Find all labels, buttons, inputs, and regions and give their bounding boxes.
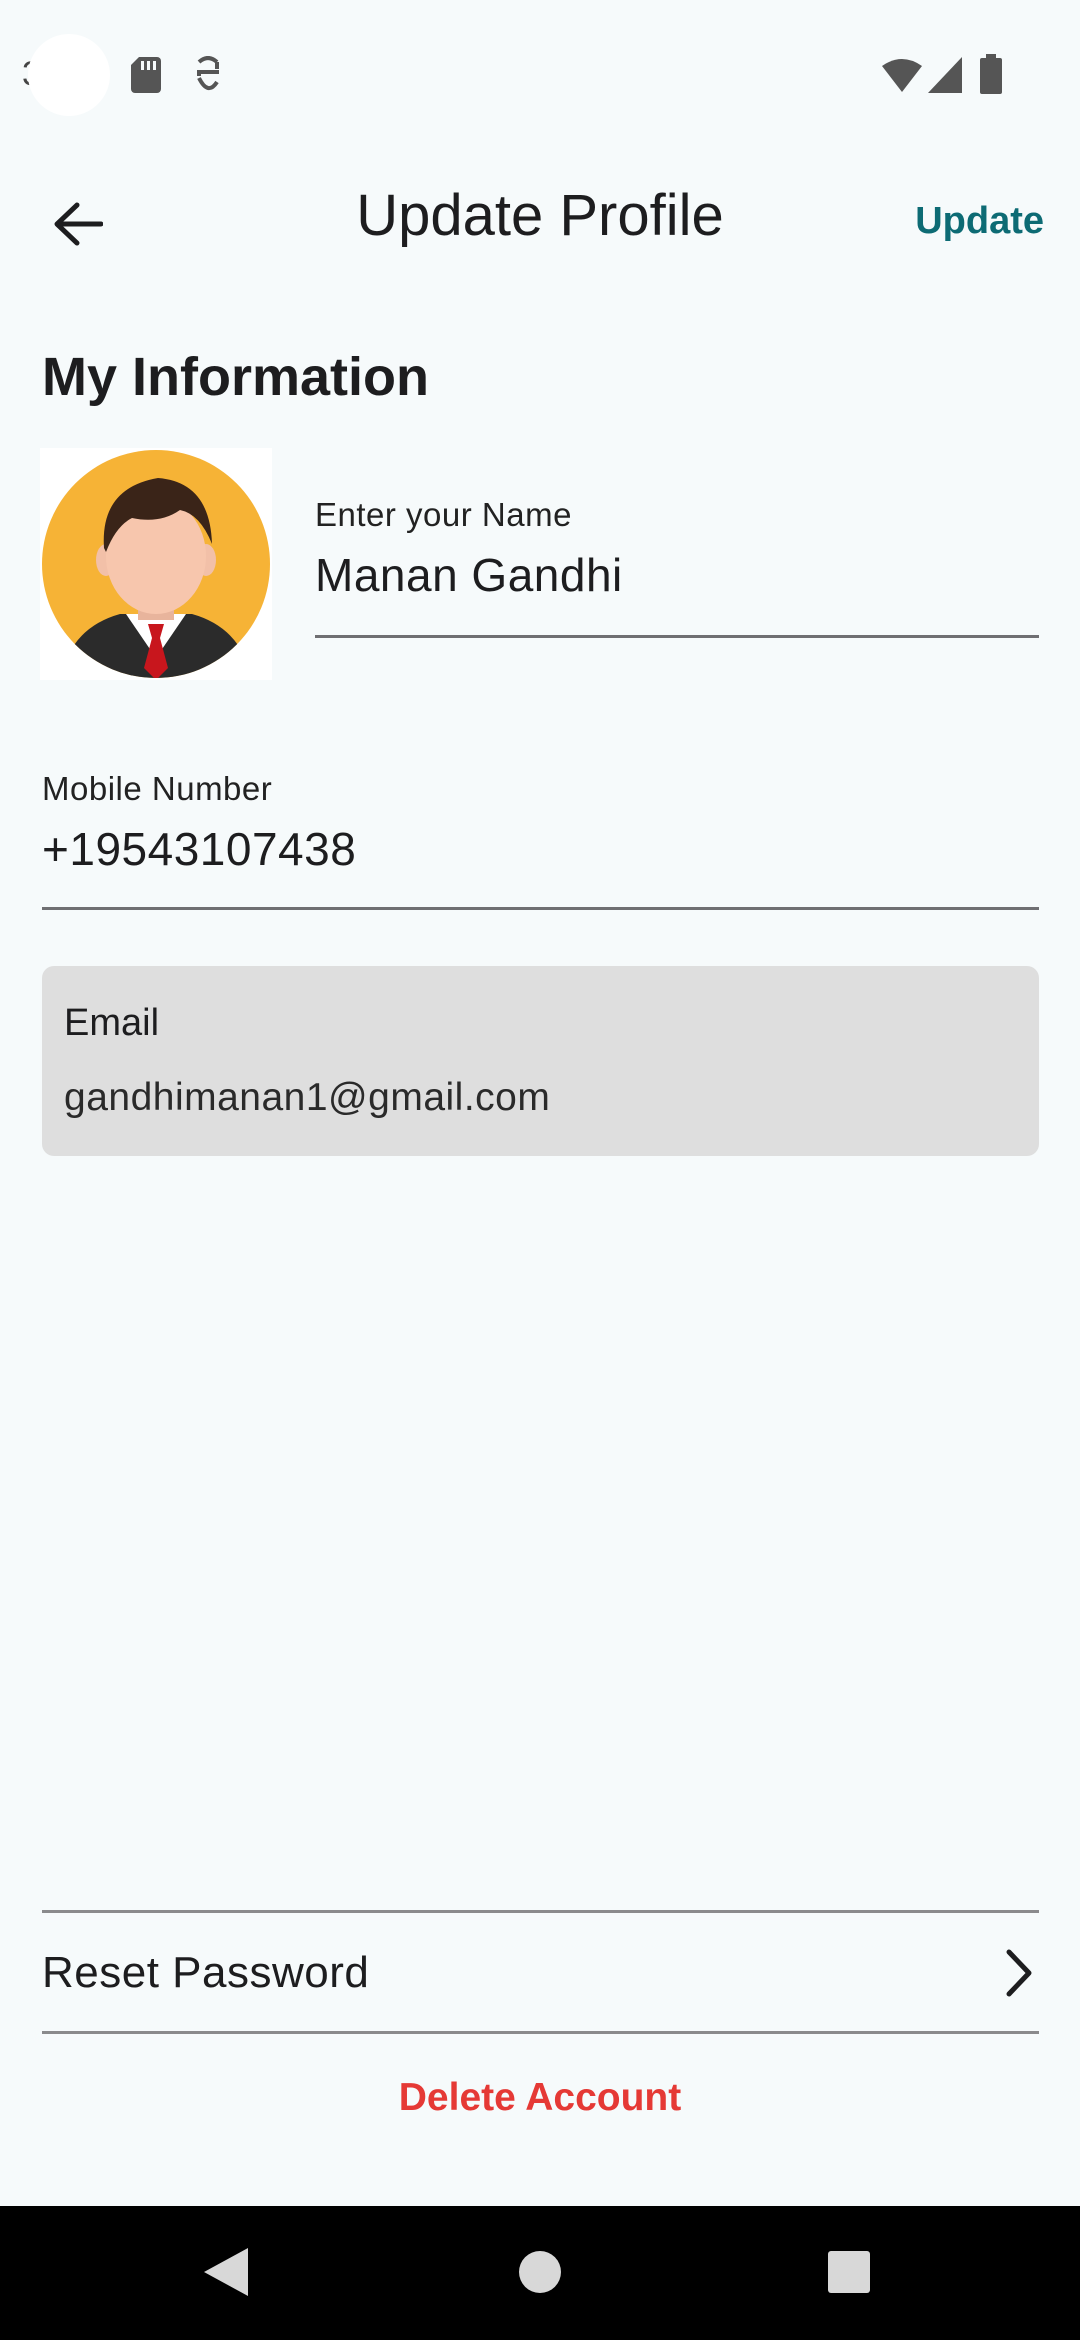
reset-password-row[interactable]: Reset Password bbox=[42, 1914, 1039, 2032]
app-bar: Update Profile Update bbox=[0, 170, 1080, 274]
section-title: My Information bbox=[42, 347, 429, 407]
update-profile-screen: 3 bbox=[0, 0, 1080, 2340]
system-nav-bar bbox=[0, 2206, 1080, 2340]
sd-card-icon bbox=[131, 57, 161, 93]
home-nav-icon[interactable] bbox=[518, 2250, 562, 2294]
recents-nav-icon[interactable] bbox=[828, 2251, 870, 2293]
battery-icon bbox=[980, 54, 1002, 94]
avatar-illustration bbox=[42, 450, 270, 678]
name-input[interactable]: Manan Gandhi bbox=[315, 548, 1039, 602]
mobile-input[interactable]: +19543107438 bbox=[42, 822, 1039, 876]
mobile-field[interactable]: Mobile Number +19543107438 bbox=[42, 770, 1039, 910]
divider-bottom bbox=[42, 2031, 1039, 2034]
status-bar: 3 bbox=[0, 0, 1080, 150]
name-underline bbox=[315, 635, 1039, 638]
back-button[interactable] bbox=[42, 192, 114, 256]
email-value: gandhimanan1@gmail.com bbox=[64, 1076, 551, 1119]
status-left: 3 bbox=[22, 34, 110, 116]
mobile-underline bbox=[42, 907, 1039, 910]
camera-cutout bbox=[28, 34, 110, 116]
name-label: Enter your Name bbox=[315, 496, 572, 533]
mobile-label: Mobile Number bbox=[42, 770, 273, 807]
screen-record-icon bbox=[197, 56, 219, 90]
wifi-icon bbox=[882, 59, 922, 92]
divider-top bbox=[42, 1910, 1039, 1913]
back-nav-icon[interactable] bbox=[204, 2248, 248, 2296]
signal-icon bbox=[928, 57, 962, 93]
delete-account-button[interactable]: Delete Account bbox=[0, 2076, 1080, 2120]
update-button[interactable]: Update bbox=[915, 200, 1044, 243]
reset-password-label: Reset Password bbox=[42, 1948, 370, 1997]
avatar[interactable] bbox=[40, 448, 272, 680]
arrow-left-icon bbox=[54, 202, 103, 246]
chevron-right-icon bbox=[1006, 1949, 1032, 1997]
email-field: Email gandhimanan1@gmail.com bbox=[42, 966, 1039, 1156]
email-label: Email bbox=[64, 1002, 160, 1044]
name-field[interactable]: Enter your Name Manan Gandhi bbox=[315, 496, 1039, 638]
